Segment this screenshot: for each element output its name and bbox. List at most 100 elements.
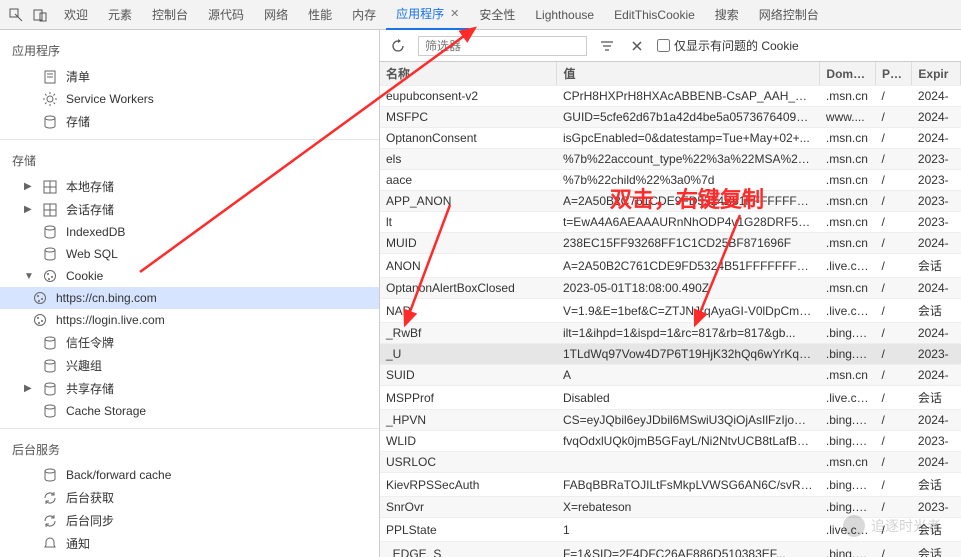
- cell-exp: 2024-: [912, 323, 961, 344]
- table-row[interactable]: _HPVNCS=eyJQbil6eyJDbil6MSwiU3QiOjAsIlFz…: [380, 410, 961, 431]
- col-header-Expir[interactable]: Expir: [912, 62, 961, 86]
- cell-name: APP_ANON: [380, 191, 557, 212]
- col-header-Domain[interactable]: Domain: [820, 62, 876, 86]
- cell-value: F=1&SID=2F4DFC26AF886D510383EF...: [557, 542, 820, 557]
- refresh-icon[interactable]: [388, 36, 408, 56]
- tab-内存[interactable]: 内存: [342, 0, 386, 30]
- close-icon[interactable]: ✕: [450, 7, 459, 20]
- sidebar-item-IndexedDB[interactable]: IndexedDB: [0, 221, 379, 243]
- sidebar-item-后台获取[interactable]: 后台获取: [0, 486, 379, 509]
- table-row[interactable]: SUIDA.msn.cn/2024-: [380, 365, 961, 386]
- cell-domain: .msn.cn: [820, 170, 876, 191]
- cell-name: OptanonAlertBoxClosed: [380, 278, 557, 299]
- table-row[interactable]: _EDGE_SF=1&SID=2F4DFC26AF886D510383EF...…: [380, 542, 961, 557]
- sidebar-item-共享存储[interactable]: ▶共享存储: [0, 377, 379, 400]
- sidebar-item-清单[interactable]: 清单: [0, 65, 379, 88]
- cookie-icon: [42, 268, 58, 284]
- cell-domain: .bing.c...: [820, 473, 876, 497]
- table-row[interactable]: eupubconsent-v2CPrH8HXPrH8HXAcABBENB-CsA…: [380, 86, 961, 107]
- tab-控制台[interactable]: 控制台: [142, 0, 198, 30]
- tab-搜索[interactable]: 搜索: [705, 0, 749, 30]
- tab-性能[interactable]: 性能: [298, 0, 342, 30]
- table-row[interactable]: OptanonAlertBoxClosed2023-05-01T18:08:00…: [380, 278, 961, 299]
- sidebar-item-后台同步[interactable]: 后台同步: [0, 509, 379, 532]
- table-row[interactable]: PPLState1.live.co.../会话: [380, 518, 961, 542]
- cell-path: /: [876, 497, 912, 518]
- sidebar-item-Cookie[interactable]: ▼Cookie: [0, 265, 379, 287]
- cell-value: 2023-05-01T18:08:00.490Z: [557, 278, 820, 299]
- table-row[interactable]: KievRPSSecAuthFABqBBRaTOJILtFsMkpLVWSG6A…: [380, 473, 961, 497]
- table-row[interactable]: WLIDfvqOdxlUQk0jmB5GFayL/Ni2NtvUCB8tLafB…: [380, 431, 961, 452]
- inspect-icon[interactable]: [6, 5, 26, 25]
- sidebar-item-会话存储[interactable]: ▶会话存储: [0, 198, 379, 221]
- cell-path: /: [876, 323, 912, 344]
- table-row[interactable]: MUID238EC15FF93268FF1C1CD25BF871696F.msn…: [380, 233, 961, 254]
- sidebar-item-信任令牌[interactable]: 信任令牌: [0, 331, 379, 354]
- table-row[interactable]: NAPV=1.9&E=1bef&C=ZTJNJrqAyaGI-V0lDpCmN.…: [380, 299, 961, 323]
- sidebar-item-label: Service Workers: [66, 92, 154, 106]
- cell-domain: .msn.cn: [820, 128, 876, 149]
- sidebar-item-Back/forward cache[interactable]: Back/forward cache: [0, 464, 379, 486]
- tab-网络控制台[interactable]: 网络控制台: [749, 0, 829, 30]
- table-row[interactable]: USRLOC.msn.cn/2024-: [380, 452, 961, 473]
- col-header-Path[interactable]: Path: [876, 62, 912, 86]
- sidebar-item-Service Workers[interactable]: Service Workers: [0, 88, 379, 110]
- tab-元素[interactable]: 元素: [98, 0, 142, 30]
- cell-exp: 会话: [912, 518, 961, 542]
- col-header-名称[interactable]: 名称: [380, 62, 557, 86]
- sidebar-item-通知[interactable]: 通知: [0, 532, 379, 555]
- filter-input[interactable]: [418, 36, 587, 56]
- cell-name: MSFPC: [380, 107, 557, 128]
- table-row[interactable]: MSFPCGUID=5cfe62d67b1a42d4be5a0573676409…: [380, 107, 961, 128]
- cell-value: t=EwA4A6AEAAAURnNhODP4v1G28DRF5A6y...: [557, 212, 820, 233]
- cell-name: WLID: [380, 431, 557, 452]
- table-row[interactable]: aace%7b%22child%22%3a0%7d.msn.cn/2023-: [380, 170, 961, 191]
- cell-exp: 会话: [912, 542, 961, 557]
- app-sidebar: 应用程序清单Service Workers存储存储▶本地存储▶会话存储Index…: [0, 30, 380, 557]
- db-icon: [42, 335, 58, 351]
- only-issues-checkbox[interactable]: 仅显示有问题的 Cookie: [657, 37, 799, 54]
- sidebar-item-Web SQL[interactable]: Web SQL: [0, 243, 379, 265]
- table-row[interactable]: _RwBfilt=1&ihpd=1&ispd=1&rc=817&rb=817&g…: [380, 323, 961, 344]
- col-header-值[interactable]: 值: [557, 62, 820, 86]
- cell-value: CPrH8HXPrH8HXAcABBENB-CsAP_AAH_AACi...: [557, 86, 820, 107]
- db-icon: [42, 467, 58, 483]
- cell-exp: 2023-: [912, 191, 961, 212]
- clear-icon[interactable]: [627, 36, 647, 56]
- cell-name: SUID: [380, 365, 557, 386]
- sidebar-item-本地存储[interactable]: ▶本地存储: [0, 175, 379, 198]
- cell-exp: 2024-: [912, 452, 961, 473]
- table-row[interactable]: OptanonConsentisGpcEnabled=0&datestamp=T…: [380, 128, 961, 149]
- table-row[interactable]: MSPProfDisabled.live.co.../会话: [380, 386, 961, 410]
- filter-icon[interactable]: [597, 36, 617, 56]
- table-row[interactable]: SnrOvrX=rebateson.bing.c.../2023-: [380, 497, 961, 518]
- sidebar-item-https://cn.bing.com[interactable]: https://cn.bing.com: [0, 287, 379, 309]
- tab-源代码[interactable]: 源代码: [198, 0, 254, 30]
- cell-path: /: [876, 233, 912, 254]
- tab-网络[interactable]: 网络: [254, 0, 298, 30]
- sidebar-item-label: 清单: [66, 68, 90, 85]
- db-icon: [42, 381, 58, 397]
- cell-name: USRLOC: [380, 452, 557, 473]
- sidebar-item-存储[interactable]: 存储: [0, 110, 379, 133]
- sidebar-item-https://login.live.com[interactable]: https://login.live.com: [0, 309, 379, 331]
- only-issues-input[interactable]: [657, 39, 670, 52]
- cell-path: /: [876, 128, 912, 149]
- tab-Lighthouse[interactable]: Lighthouse: [525, 0, 604, 30]
- sidebar-item-Cache Storage[interactable]: Cache Storage: [0, 400, 379, 422]
- table-row[interactable]: APP_ANONA=2A50B2C761CDE9FD5324B51FFFFFFF…: [380, 191, 961, 212]
- tab-EditThisCookie[interactable]: EditThisCookie: [604, 0, 705, 30]
- table-row[interactable]: els%7b%22account_type%22%3a%22MSA%22%...…: [380, 149, 961, 170]
- sidebar-item-label: 共享存储: [66, 380, 114, 397]
- table-row[interactable]: ltt=EwA4A6AEAAAURnNhODP4v1G28DRF5A6y....…: [380, 212, 961, 233]
- tab-应用程序[interactable]: 应用程序✕: [386, 0, 469, 30]
- table-row[interactable]: ANONA=2A50B2C761CDE9FD5324B51FFFFFFFFF&.…: [380, 254, 961, 278]
- table-row[interactable]: _U1TLdWq97Vow4D7P6T19HjK32hQq6wYrKqEn...…: [380, 344, 961, 365]
- tab-欢迎[interactable]: 欢迎: [54, 0, 98, 30]
- device-icon[interactable]: [30, 5, 50, 25]
- sidebar-item-兴趣组[interactable]: 兴趣组: [0, 354, 379, 377]
- sidebar-item-label: https://login.live.com: [56, 313, 165, 327]
- db-icon: [42, 403, 58, 419]
- tab-安全性[interactable]: 安全性: [469, 0, 525, 30]
- sidebar-item-label: 会话存储: [66, 201, 114, 218]
